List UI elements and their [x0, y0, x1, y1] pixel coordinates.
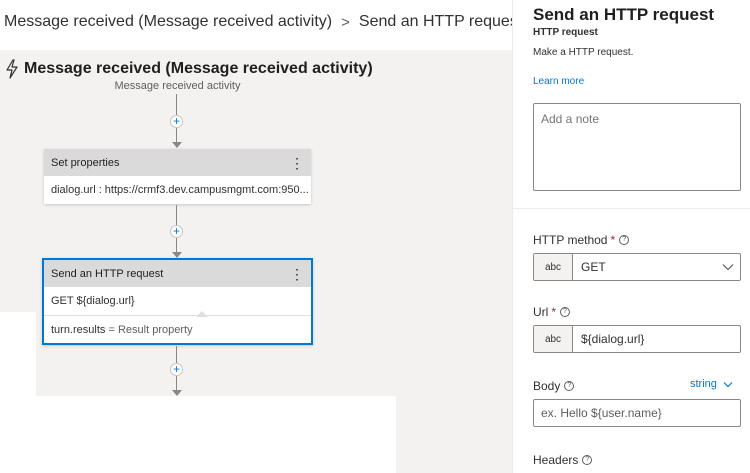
url-field[interactable]: abc ${dialog.url}: [533, 325, 741, 353]
body-type-select[interactable]: string: [690, 378, 733, 390]
panel-description: Make a HTTP request.: [533, 47, 634, 58]
help-circle-icon[interactable]: ?: [582, 455, 593, 465]
headers-label-text: Headers: [533, 453, 579, 467]
add-circle-icon[interactable]: +: [170, 363, 183, 376]
breadcrumb: Message received (Message received activ…: [0, 0, 522, 44]
http-method-label-text: HTTP method: [533, 233, 608, 247]
node-row: dialog.url : https://crmf3.dev.campusmgm…: [51, 184, 309, 196]
trigger-node[interactable]: Message received (Message received activ…: [4, 59, 373, 79]
connector-line: [176, 205, 177, 226]
headers-label: Headers ?: [533, 453, 593, 467]
set-properties-node[interactable]: Set properties ⋮ dialog.url : https://cr…: [44, 149, 311, 204]
connector-line: [176, 94, 177, 116]
url-value: ${dialog.url}: [581, 332, 645, 346]
chevron-down-icon[interactable]: [716, 254, 740, 280]
body-label-text: Body: [533, 379, 561, 393]
lightning-icon: [6, 59, 18, 79]
add-circle-icon[interactable]: +: [170, 115, 183, 128]
divider: [513, 208, 750, 209]
result-variable: turn.results: [51, 323, 106, 336]
learn-more-link[interactable]: Learn more: [533, 76, 584, 87]
panel-kind: HTTP request: [533, 27, 598, 38]
node-row: GET ${dialog.url}: [51, 295, 135, 307]
note-input[interactable]: [533, 103, 741, 191]
connector-arrow: [172, 142, 182, 148]
required-marker: *: [551, 305, 556, 319]
help-circle-icon[interactable]: ?: [564, 381, 575, 391]
required-marker: *: [610, 233, 616, 247]
canvas-edge: [0, 312, 36, 473]
connector-arrow: [172, 390, 182, 396]
body-type-value: string: [690, 378, 717, 390]
http-method-select[interactable]: abc GET: [533, 253, 741, 281]
body-input[interactable]: ex. Hello ${user.name}: [533, 399, 741, 427]
trigger-subtitle: Message received activity: [114, 80, 241, 92]
connector-line: [176, 128, 177, 142]
add-circle-icon[interactable]: +: [170, 225, 183, 238]
chevron-down-icon: [723, 381, 733, 387]
result-label: = Result property: [108, 323, 193, 336]
more-vertical-icon[interactable]: ⋮: [290, 267, 304, 281]
node-title: Set properties: [51, 156, 120, 169]
node-header: Send an HTTP request ⋮: [44, 260, 311, 287]
connector-line: [176, 238, 177, 252]
breadcrumb-item-trigger[interactable]: Message received (Message received activ…: [4, 13, 332, 31]
properties-panel: Send an HTTP request HTTP request Make a…: [512, 0, 750, 473]
http-request-node[interactable]: Send an HTTP request ⋮ GET ${dialog.url}…: [42, 258, 313, 345]
help-circle-icon[interactable]: ?: [560, 307, 570, 317]
type-badge[interactable]: abc: [534, 326, 573, 352]
breadcrumb-separator: >: [341, 13, 350, 31]
http-method-value: GET: [581, 260, 606, 274]
help-circle-icon[interactable]: ?: [619, 235, 630, 245]
type-badge[interactable]: abc: [534, 254, 573, 280]
breadcrumb-item-current[interactable]: Send an HTTP request: [359, 13, 522, 31]
node-notch: [196, 311, 208, 317]
trigger-title: Message received (Message received activ…: [24, 60, 373, 77]
more-vertical-icon[interactable]: ⋮: [290, 156, 304, 170]
connector-line: [176, 376, 177, 390]
url-label: Url * ?: [533, 305, 570, 319]
canvas-empty-area: [36, 396, 396, 473]
body-label: Body ?: [533, 379, 575, 393]
node-header: Set properties ⋮: [44, 149, 311, 176]
http-method-label: HTTP method * ?: [533, 233, 630, 247]
node-title: Send an HTTP request: [51, 267, 164, 280]
url-label-text: Url: [533, 305, 549, 319]
panel-title: Send an HTTP request: [533, 5, 715, 24]
result-row: turn.results = Result property: [44, 315, 311, 343]
